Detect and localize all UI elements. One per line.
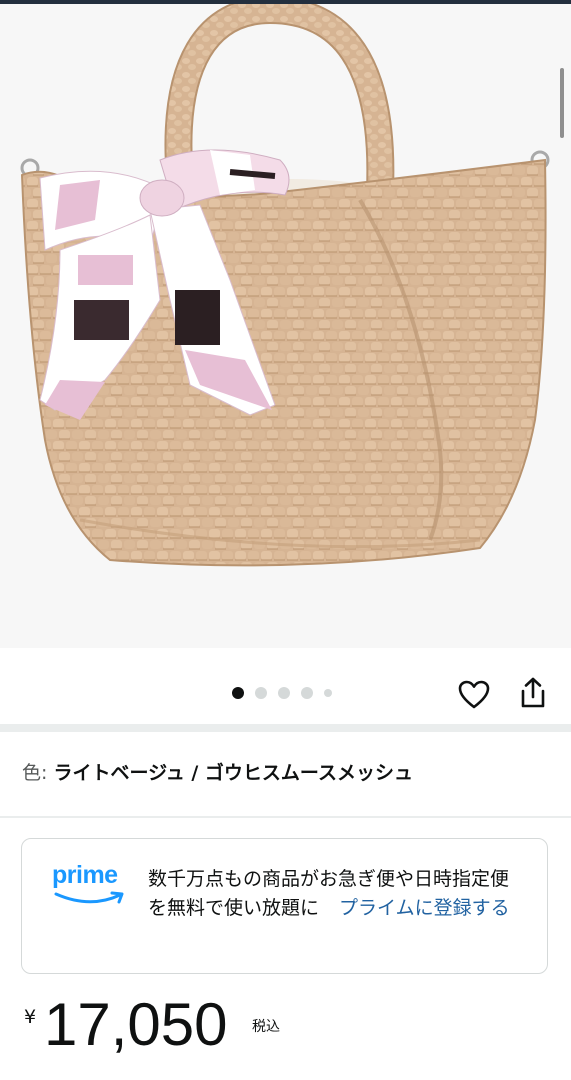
product-image	[20, 4, 550, 567]
variant-divider	[0, 816, 571, 818]
variant-selection[interactable]: 色: ライトベージュ / ゴウヒスムースメッシュ	[22, 758, 413, 785]
carousel-dot-5[interactable]	[324, 689, 332, 697]
prime-smile-icon	[54, 891, 124, 904]
prime-description: 数千万点もの商品がお急ぎ便や日時指定便を無料で使い放題に プライムに登録する	[148, 865, 523, 923]
carousel-bar	[0, 648, 571, 726]
share-button[interactable]	[517, 676, 549, 710]
carousel-dot-3[interactable]	[278, 687, 290, 699]
scroll-indicator[interactable]	[560, 68, 564, 138]
price-amount: 17,050	[44, 991, 228, 1058]
prime-logo-text: prime	[52, 861, 118, 889]
carousel-dot-2[interactable]	[255, 687, 267, 699]
product-image-area[interactable]	[0, 4, 571, 648]
carousel-dot-4[interactable]	[301, 687, 313, 699]
section-divider	[0, 724, 571, 732]
price-currency: ¥	[24, 1006, 37, 1028]
favorite-button[interactable]	[457, 678, 491, 712]
prime-promo-card[interactable]: prime 数千万点もの商品がお急ぎ便や日時指定便を無料で使い放題に プライムに登…	[21, 838, 548, 974]
prime-signup-link[interactable]: プライムに登録する	[339, 897, 510, 919]
heart-icon	[458, 680, 490, 709]
variant-value: ライトベージュ / ゴウヒスムースメッシュ	[53, 762, 413, 784]
carousel-dot-1[interactable]	[232, 687, 244, 699]
share-icon	[521, 677, 545, 708]
variant-label: 色:	[22, 762, 48, 784]
carousel-dots[interactable]	[232, 687, 332, 699]
prime-logo: prime	[52, 861, 132, 911]
tax-label: 税込	[252, 1019, 280, 1035]
